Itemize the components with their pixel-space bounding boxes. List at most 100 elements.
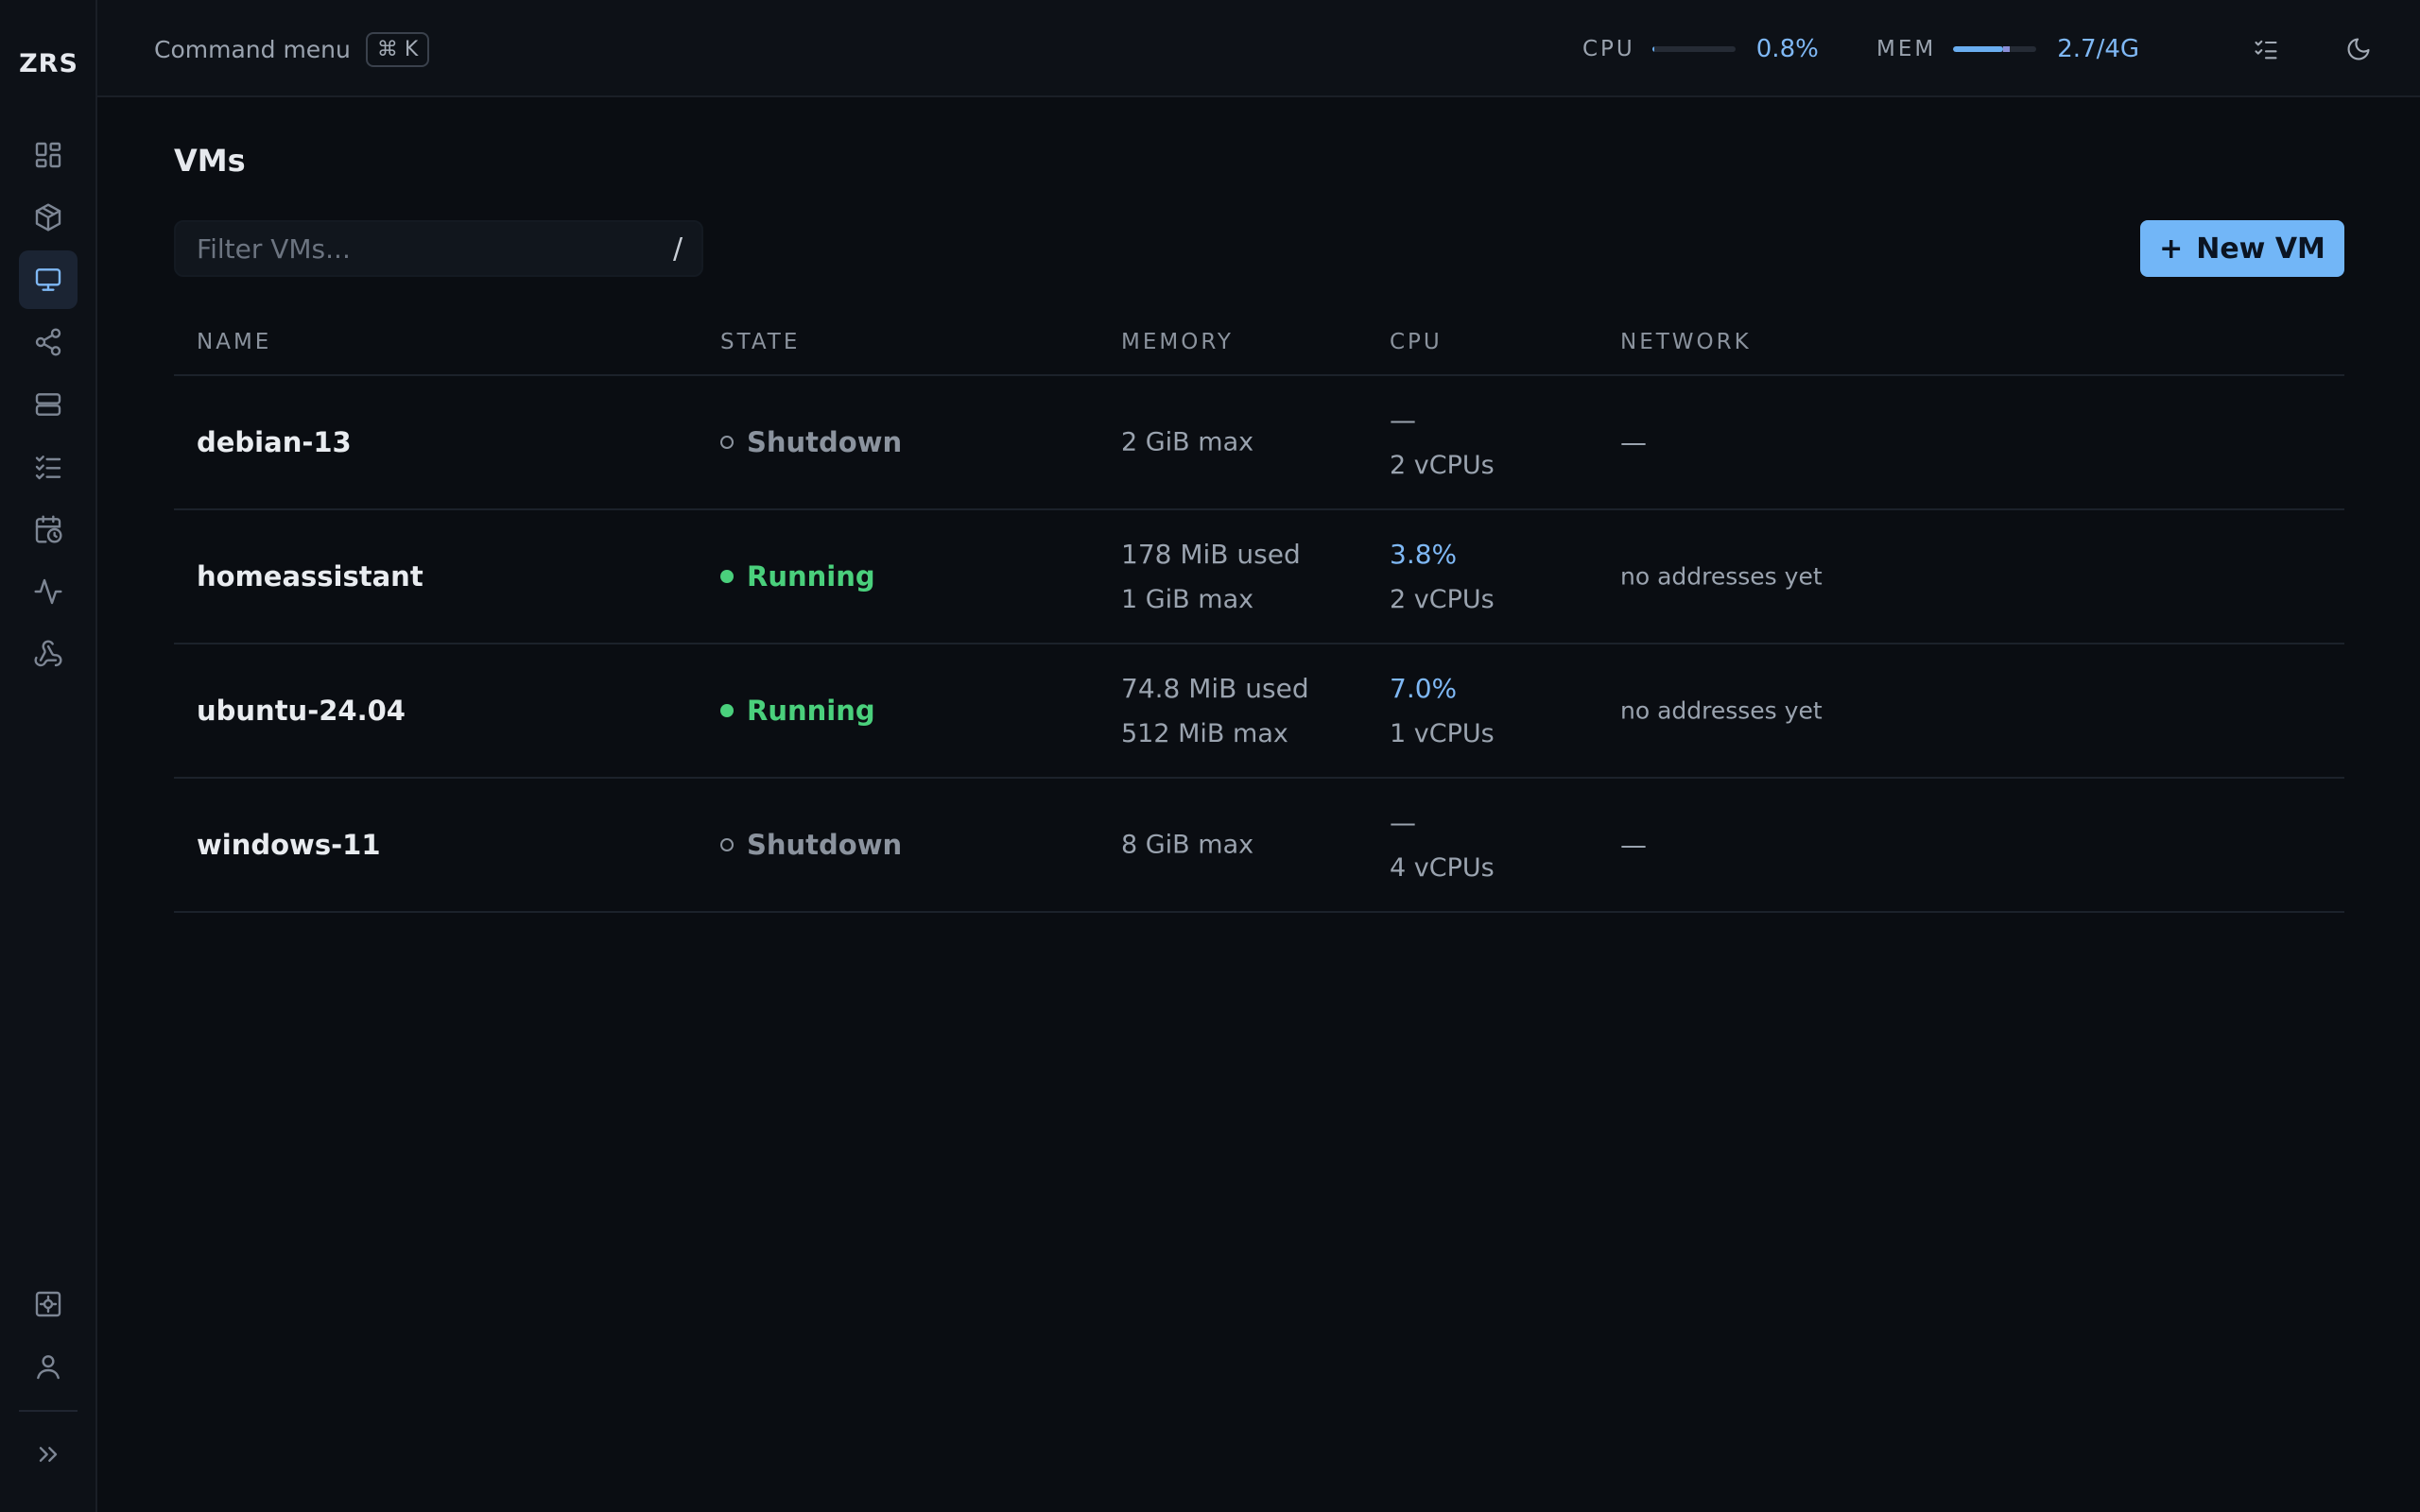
vm-memory-max: 1 GiB max	[1121, 585, 1254, 614]
page-title: VMs	[174, 143, 246, 179]
mem-meter-value: 2.7/4G	[2057, 35, 2140, 63]
new-vm-button[interactable]: + New VM	[2140, 220, 2344, 277]
vm-memory: 178 MiB used 1 GiB max	[1121, 539, 1301, 614]
sidebar-item-account[interactable]	[19, 1337, 78, 1396]
app-logo: ZRS	[19, 49, 78, 78]
vm-network: no addresses yet	[1620, 696, 1823, 725]
table-row[interactable]: windows-11 Shutdown 8 GiB max — 4 vCPUs …	[174, 779, 2344, 913]
tasks-icon	[2255, 40, 2277, 60]
column-header-name[interactable]: NAME	[197, 330, 271, 354]
status-dot-icon	[720, 436, 734, 449]
vm-state-label: Shutdown	[747, 829, 903, 861]
sidebar-item-tasks[interactable]	[19, 438, 78, 496]
vm-state-label: Running	[747, 560, 875, 593]
vm-cpu-usage: —	[1390, 404, 1416, 436]
vm-state-label: Running	[747, 695, 875, 727]
vm-network: no addresses yet	[1620, 562, 1823, 591]
topbar: Command menu ⌘ K CPU 0.8% MEM 2.7/4G	[97, 0, 2420, 97]
cpu-meter-label: CPU	[1582, 37, 1635, 61]
package-icon	[35, 203, 61, 232]
column-header-network[interactable]: NETWORK	[1620, 330, 1752, 354]
table-row[interactable]: homeassistant Running 178 MiB used 1 GiB…	[174, 510, 2344, 644]
sidebar-item-system-settings[interactable]	[19, 1275, 78, 1333]
sidebar-item-packages[interactable]	[19, 188, 78, 247]
plus-icon: +	[2159, 232, 2184, 266]
filter-shortcut-hint: /	[672, 232, 683, 266]
cpu-meter: CPU 0.8%	[1582, 28, 1819, 70]
sidebar-item-vms[interactable]	[19, 250, 78, 309]
new-vm-button-label: New VM	[2196, 232, 2325, 266]
tasks-button[interactable]	[2245, 28, 2287, 70]
sidebar-expand-button[interactable]	[19, 1425, 78, 1484]
sidebar-item-storage[interactable]	[19, 375, 78, 434]
vm-state: Running	[720, 695, 875, 727]
vm-state: Shutdown	[720, 829, 902, 861]
vm-state-label: Shutdown	[747, 426, 903, 458]
vm-memory: 74.8 MiB used 512 MiB max	[1121, 673, 1309, 748]
vm-name[interactable]: windows-11	[197, 829, 381, 861]
sidebar-item-dashboard[interactable]	[19, 126, 78, 184]
webhook-icon	[34, 640, 62, 667]
filter-vms-input[interactable]	[176, 222, 654, 275]
vm-cpu-vcpus: 4 vCPUs	[1390, 853, 1495, 883]
vm-state: Running	[720, 560, 875, 593]
sidebar-item-network[interactable]	[19, 313, 78, 371]
vm-name[interactable]: debian-13	[197, 426, 352, 458]
status-dot-icon	[720, 838, 734, 851]
vm-name[interactable]: ubuntu-24.04	[197, 695, 406, 727]
table-row[interactable]: ubuntu-24.04 Running 74.8 MiB used 512 M…	[174, 644, 2344, 779]
vm-cpu: — 4 vCPUs	[1390, 807, 1495, 883]
vm-cpu-usage: 7.0%	[1390, 673, 1458, 704]
mem-meter-label: MEM	[1876, 37, 1937, 61]
vm-memory: 2 GiB max	[1121, 428, 1253, 457]
table-row[interactable]: debian-13 Shutdown 2 GiB max — 2 vCPUs —	[174, 376, 2344, 510]
chevrons-right-icon	[39, 1447, 58, 1462]
vm-memory: 8 GiB max	[1121, 831, 1253, 860]
column-header-cpu[interactable]: CPU	[1390, 330, 1443, 354]
status-dot-icon	[720, 704, 734, 717]
settings-icon	[35, 1291, 61, 1317]
sidebar-item-activity[interactable]	[19, 562, 78, 621]
mem-meter: MEM 2.7/4G	[1876, 28, 2139, 70]
vm-cpu-usage: —	[1390, 807, 1416, 838]
mem-meter-secondary-fill	[2003, 46, 2011, 52]
cpu-meter-bar	[1651, 46, 1736, 52]
command-menu-button[interactable]: Command menu ⌘ K	[154, 28, 430, 70]
vm-cpu: — 2 vCPUs	[1390, 404, 1495, 480]
sidebar: ZRS	[0, 0, 97, 1512]
vm-cpu-usage: 3.8%	[1390, 539, 1458, 570]
cpu-meter-fill	[1651, 46, 1654, 52]
vm-cpu: 7.0% 1 vCPUs	[1390, 673, 1495, 748]
calendar-clock-icon	[35, 515, 62, 543]
mem-meter-fill	[1953, 46, 2004, 52]
command-menu-shortcut: ⌘ K	[365, 31, 430, 67]
filter-box: /	[174, 220, 703, 277]
vm-memory-max: 512 MiB max	[1121, 719, 1288, 748]
vm-memory-max: 2 GiB max	[1121, 427, 1254, 457]
monitor-icon	[35, 268, 61, 291]
share-network-icon	[35, 328, 61, 356]
command-menu-label: Command menu	[154, 35, 351, 63]
vm-memory-used: 178 MiB used	[1121, 539, 1301, 570]
server-icon	[35, 393, 61, 416]
vm-cpu: 3.8% 2 vCPUs	[1390, 539, 1495, 614]
vm-cpu-vcpus: 2 vCPUs	[1390, 451, 1495, 480]
sidebar-item-webhooks[interactable]	[19, 625, 78, 683]
vm-cpu-vcpus: 1 vCPUs	[1390, 719, 1495, 748]
vm-network: —	[1620, 829, 1647, 861]
main-content: VMs / + New VM NAME STATE MEMORY CPU NET…	[97, 97, 2420, 1512]
mem-meter-bar	[1953, 46, 2037, 52]
column-header-state[interactable]: STATE	[720, 330, 800, 354]
vm-name[interactable]: homeassistant	[197, 560, 424, 593]
sidebar-item-schedules[interactable]	[19, 500, 78, 558]
activity-icon	[34, 578, 62, 605]
vm-memory-used: 74.8 MiB used	[1121, 673, 1309, 704]
vms-table: NAME STATE MEMORY CPU NETWORK debian-13 …	[174, 315, 2344, 913]
theme-toggle-button[interactable]	[2338, 28, 2379, 70]
vm-state: Shutdown	[720, 426, 902, 458]
dashboard-icon	[35, 142, 61, 168]
user-icon	[37, 1355, 60, 1380]
column-header-memory[interactable]: MEMORY	[1121, 330, 1234, 354]
moon-icon	[2347, 38, 2370, 60]
vm-network: —	[1620, 426, 1647, 458]
